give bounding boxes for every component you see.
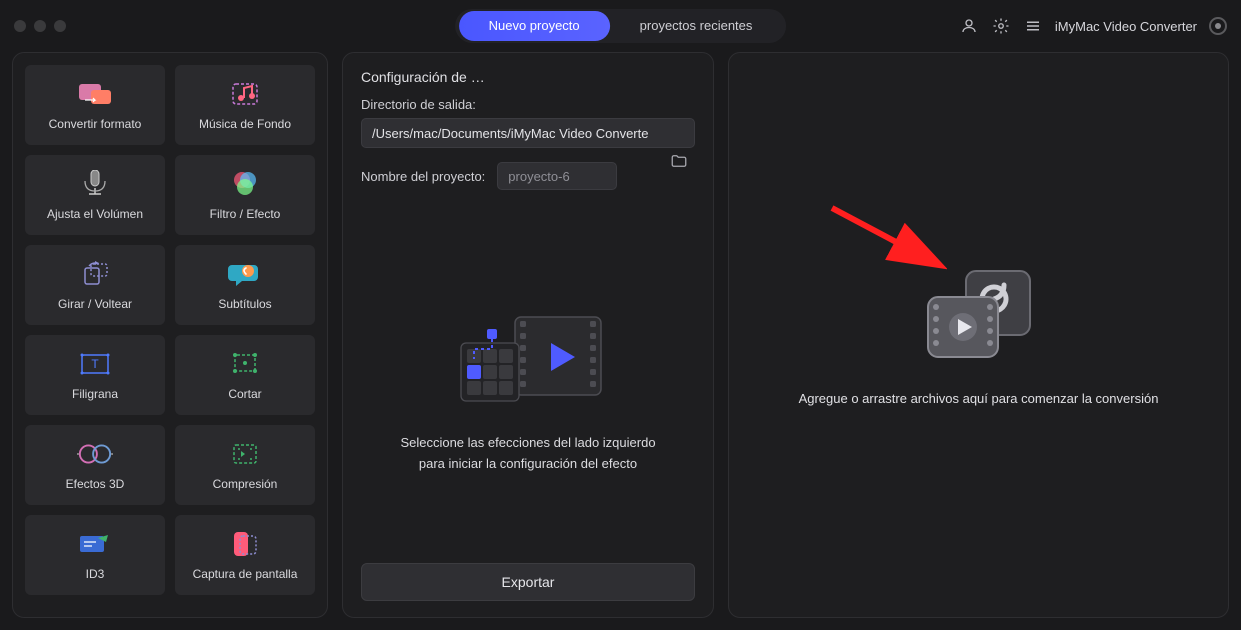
drop-hint-text: Agregue o arrastre archivos aquí para co… — [769, 391, 1189, 406]
tool-convert-format[interactable]: Convertir formato — [25, 65, 165, 145]
tool-filter-effect[interactable]: Filtro / Efecto — [175, 155, 315, 235]
window-controls — [14, 20, 66, 32]
tool-label: Cortar — [228, 387, 261, 401]
tool-label: Efectos 3D — [66, 477, 125, 491]
drop-illustration-icon — [914, 265, 1044, 365]
tool-subtitles[interactable]: Subtítulos — [175, 245, 315, 325]
tool-label: Compresión — [213, 477, 278, 491]
crop-icon — [227, 349, 263, 379]
output-dir-field[interactable]: /Users/mac/Documents/iMyMac Video Conver… — [361, 118, 695, 148]
close-window-dot[interactable] — [14, 20, 26, 32]
tool-label: Convertir formato — [49, 117, 142, 131]
tool-label: Ajusta el Volúmen — [47, 207, 143, 221]
drop-zone[interactable]: Agregue o arrastre archivos aquí para co… — [728, 52, 1229, 618]
output-dir-label: Directorio de salida: — [361, 97, 695, 112]
output-dir-value: /Users/mac/Documents/iMyMac Video Conver… — [372, 126, 648, 141]
minimize-window-dot[interactable] — [34, 20, 46, 32]
tool-compression[interactable]: Compresión — [175, 425, 315, 505]
tool-label: Captura de pantalla — [193, 567, 298, 581]
tab-recent-projects[interactable]: proyectos recientes — [610, 11, 783, 41]
account-icon[interactable] — [959, 16, 979, 36]
music-icon — [227, 79, 263, 109]
tab-new-project[interactable]: Nuevo proyecto — [459, 11, 610, 41]
tool-label: ID3 — [86, 567, 105, 581]
tool-rotate-flip[interactable]: Girar / Voltear — [25, 245, 165, 325]
rotate-icon — [77, 259, 113, 289]
config-illustration: Seleccione las efecciones del lado izqui… — [361, 210, 695, 563]
id3-icon — [77, 529, 113, 559]
browse-folder-icon[interactable] — [667, 149, 691, 173]
tool-screenshot[interactable]: Captura de pantalla — [175, 515, 315, 595]
capture-icon — [227, 529, 263, 559]
tool-adjust-volume[interactable]: Ajusta el Volúmen — [25, 155, 165, 235]
app-name: iMyMac Video Converter — [1055, 19, 1197, 34]
project-name-label: Nombre del proyecto: — [361, 169, 485, 184]
tool-label: Filtro / Efecto — [210, 207, 281, 221]
volume-icon — [77, 169, 113, 199]
compress-icon — [227, 439, 263, 469]
tool-3d-effects[interactable]: Efectos 3D — [25, 425, 165, 505]
tool-bg-music[interactable]: Música de Fondo — [175, 65, 315, 145]
convert-icon — [77, 79, 113, 109]
titlebar: Nuevo proyecto proyectos recientes iMyMa… — [0, 0, 1241, 52]
config-hint-line2: para iniciar la configuración del efecto — [419, 456, 637, 471]
tool-id3[interactable]: ID3 — [25, 515, 165, 595]
config-hint-line1: Seleccione las efecciones del lado izqui… — [400, 435, 655, 450]
tool-label: Música de Fondo — [199, 117, 291, 131]
config-title: Configuración de … — [361, 69, 695, 85]
filter-icon — [227, 169, 263, 199]
subtitle-icon — [227, 259, 263, 289]
red-arrow-annotation-icon — [827, 203, 947, 273]
export-button[interactable]: Exportar — [361, 563, 695, 601]
gear-icon[interactable] — [991, 16, 1011, 36]
record-indicator-icon[interactable] — [1209, 17, 1227, 35]
tool-cut[interactable]: Cortar — [175, 335, 315, 415]
3d-icon — [77, 439, 113, 469]
tool-label: Subtítulos — [218, 297, 271, 311]
svg-text:T: T — [91, 357, 99, 371]
zoom-window-dot[interactable] — [54, 20, 66, 32]
tools-sidebar: Convertir formato Música de Fondo Ajusta e… — [12, 52, 328, 618]
tool-label: Filigrana — [72, 387, 118, 401]
tool-label: Girar / Voltear — [58, 297, 132, 311]
project-name-field[interactable]: proyecto-6 — [497, 162, 617, 190]
header-tabs: Nuevo proyecto proyectos recientes — [455, 9, 787, 43]
menu-icon[interactable] — [1023, 16, 1043, 36]
watermark-icon: T — [77, 349, 113, 379]
tool-watermark[interactable]: T Filigrana — [25, 335, 165, 415]
config-panel: Configuración de … Directorio de salida:… — [342, 52, 714, 618]
effects-illustration-icon — [443, 299, 613, 419]
project-name-value: proyecto-6 — [508, 169, 569, 184]
